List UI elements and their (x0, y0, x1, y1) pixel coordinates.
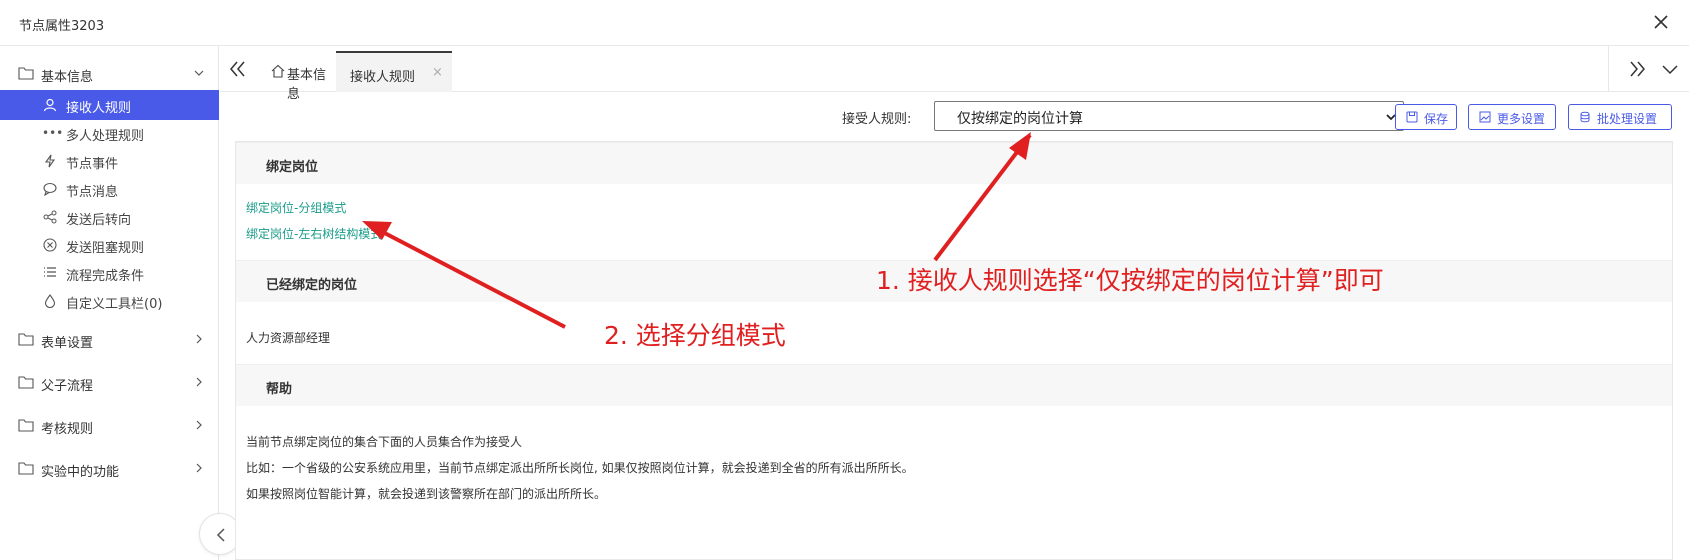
annotation-arrow-1 (933, 133, 1032, 262)
annotation-arrow-2 (374, 226, 566, 329)
annotation-arrowhead-2 (362, 221, 392, 240)
annotation-arrows (362, 132, 1032, 329)
annotation-step1: 1. 接收人规则选择“仅按绑定的岗位计算”即可 (876, 266, 1384, 295)
annotation-step2: 2. 选择分组模式 (604, 321, 786, 350)
